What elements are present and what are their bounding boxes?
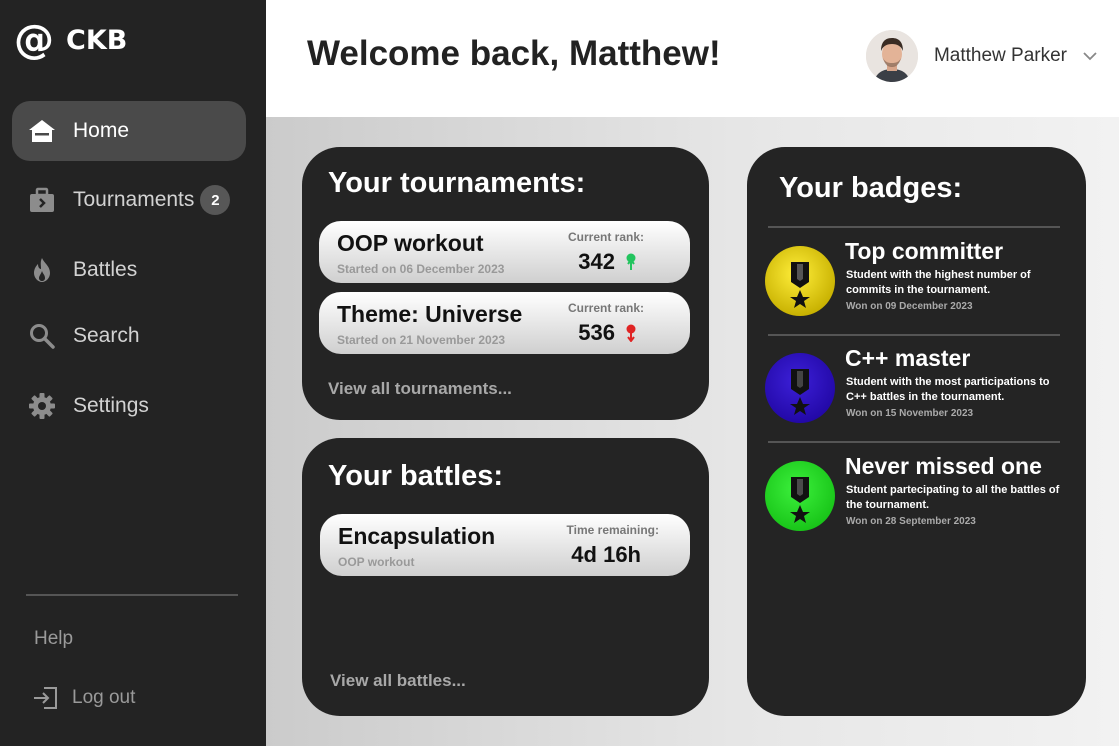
badge-won-date: Won on 28 September 2023 bbox=[846, 516, 976, 527]
app-name: CKB bbox=[66, 24, 128, 56]
sidebar-item-label: Settings bbox=[73, 394, 149, 417]
logout-icon bbox=[34, 687, 57, 709]
chevron-down-icon bbox=[1083, 52, 1097, 61]
medal-icon bbox=[765, 353, 835, 423]
sidebar-item-search[interactable]: Search bbox=[12, 306, 246, 366]
sidebar-item-label: Home bbox=[73, 119, 130, 142]
sidebar: @ CKB Home Tournaments 2 Battles Search … bbox=[0, 0, 266, 746]
panel-title: Your badges: bbox=[779, 172, 963, 204]
rank-label: Current rank: bbox=[567, 230, 644, 244]
sidebar-item-settings[interactable]: Settings bbox=[12, 376, 246, 436]
user-menu[interactable]: Matthew Parker bbox=[865, 30, 1097, 82]
tournament-name: Theme: Universe bbox=[337, 301, 523, 327]
page-title: Welcome back, Matthew! bbox=[307, 34, 721, 73]
avatar bbox=[865, 30, 918, 82]
battle-name: Encapsulation bbox=[338, 523, 496, 549]
badge-name: C++ master bbox=[845, 345, 971, 371]
rank-value: 536 bbox=[578, 320, 615, 345]
header: Welcome back, Matthew! Matthew Parker bbox=[266, 0, 1119, 117]
gear-icon bbox=[28, 392, 56, 420]
badge-divider bbox=[768, 334, 1060, 336]
sidebar-item-tournaments[interactable]: Tournaments 2 bbox=[12, 170, 246, 230]
sidebar-item-label: Search bbox=[73, 324, 140, 347]
view-all-tournaments-link[interactable]: View all tournaments... bbox=[328, 379, 512, 399]
badge-name: Top committer bbox=[845, 238, 1004, 264]
medal-icon bbox=[765, 246, 835, 316]
time-remaining-value: 4d 16h bbox=[571, 542, 641, 567]
search-icon bbox=[28, 322, 56, 350]
battle-tournament: OOP workout bbox=[338, 555, 415, 569]
sidebar-item-label: Battles bbox=[73, 258, 138, 281]
user-name: Matthew Parker bbox=[933, 45, 1067, 66]
main-content: Your tournaments: OOP workout Started on… bbox=[266, 117, 1119, 746]
sidebar-divider bbox=[26, 594, 238, 596]
flame-icon bbox=[28, 256, 56, 284]
badge-item[interactable]: Top committer Student with the highest n… bbox=[765, 238, 1065, 346]
badges-panel: Your badges: Top committer Student with … bbox=[747, 147, 1086, 716]
at-sign-icon: @ bbox=[14, 17, 54, 63]
tournament-start-date: Started on 21 November 2023 bbox=[337, 333, 506, 347]
rank-down-icon bbox=[626, 324, 636, 342]
time-remaining-label: Time remaining: bbox=[566, 523, 659, 537]
notification-count-badge: 2 bbox=[200, 185, 231, 215]
badge-won-date: Won on 15 November 2023 bbox=[846, 408, 974, 419]
home-icon bbox=[28, 117, 56, 145]
badge-description: Student with the highest number of commi… bbox=[846, 269, 1031, 296]
tournaments-panel: Your tournaments: OOP workout Started on… bbox=[302, 147, 709, 420]
tournament-card[interactable]: Theme: Universe Started on 21 November 2… bbox=[319, 292, 690, 354]
badge-name: Never missed one bbox=[845, 453, 1042, 479]
panel-title: Your tournaments: bbox=[328, 167, 586, 199]
panel-title: Your battles: bbox=[328, 460, 504, 492]
badge-description: Student partecipating to all the battles… bbox=[846, 484, 1060, 511]
help-link[interactable]: Help bbox=[34, 628, 73, 650]
logout-button[interactable]: Log out bbox=[32, 686, 135, 710]
rank-value: 342 bbox=[578, 249, 615, 274]
battles-panel: Your battles: Encapsulation OOP workout … bbox=[302, 438, 709, 716]
badge-item[interactable]: Never missed one Student partecipating t… bbox=[765, 453, 1065, 561]
sidebar-item-battles[interactable]: Battles bbox=[12, 240, 246, 300]
app-logo[interactable]: @ CKB bbox=[14, 20, 127, 60]
briefcase-icon bbox=[28, 186, 56, 214]
badge-item[interactable]: C++ master Student with the most partici… bbox=[765, 345, 1065, 453]
sidebar-item-home[interactable]: Home bbox=[12, 101, 246, 161]
rank-label: Current rank: bbox=[567, 301, 644, 315]
badge-description: Student with the most participations to … bbox=[846, 376, 1050, 403]
tournament-start-date: Started on 06 December 2023 bbox=[337, 262, 505, 276]
badge-won-date: Won on 09 December 2023 bbox=[846, 301, 973, 312]
tournament-name: OOP workout bbox=[337, 230, 484, 256]
badge-divider bbox=[768, 226, 1060, 228]
logout-label: Log out bbox=[72, 687, 136, 708]
medal-icon bbox=[765, 461, 835, 531]
sidebar-item-label: Tournaments bbox=[73, 188, 195, 211]
battle-card[interactable]: Encapsulation OOP workout Time remaining… bbox=[320, 514, 690, 576]
tournament-card[interactable]: OOP workout Started on 06 December 2023 … bbox=[319, 221, 690, 283]
view-all-battles-link[interactable]: View all battles... bbox=[330, 671, 466, 691]
badge-divider bbox=[768, 441, 1060, 443]
rank-up-icon bbox=[626, 253, 636, 270]
